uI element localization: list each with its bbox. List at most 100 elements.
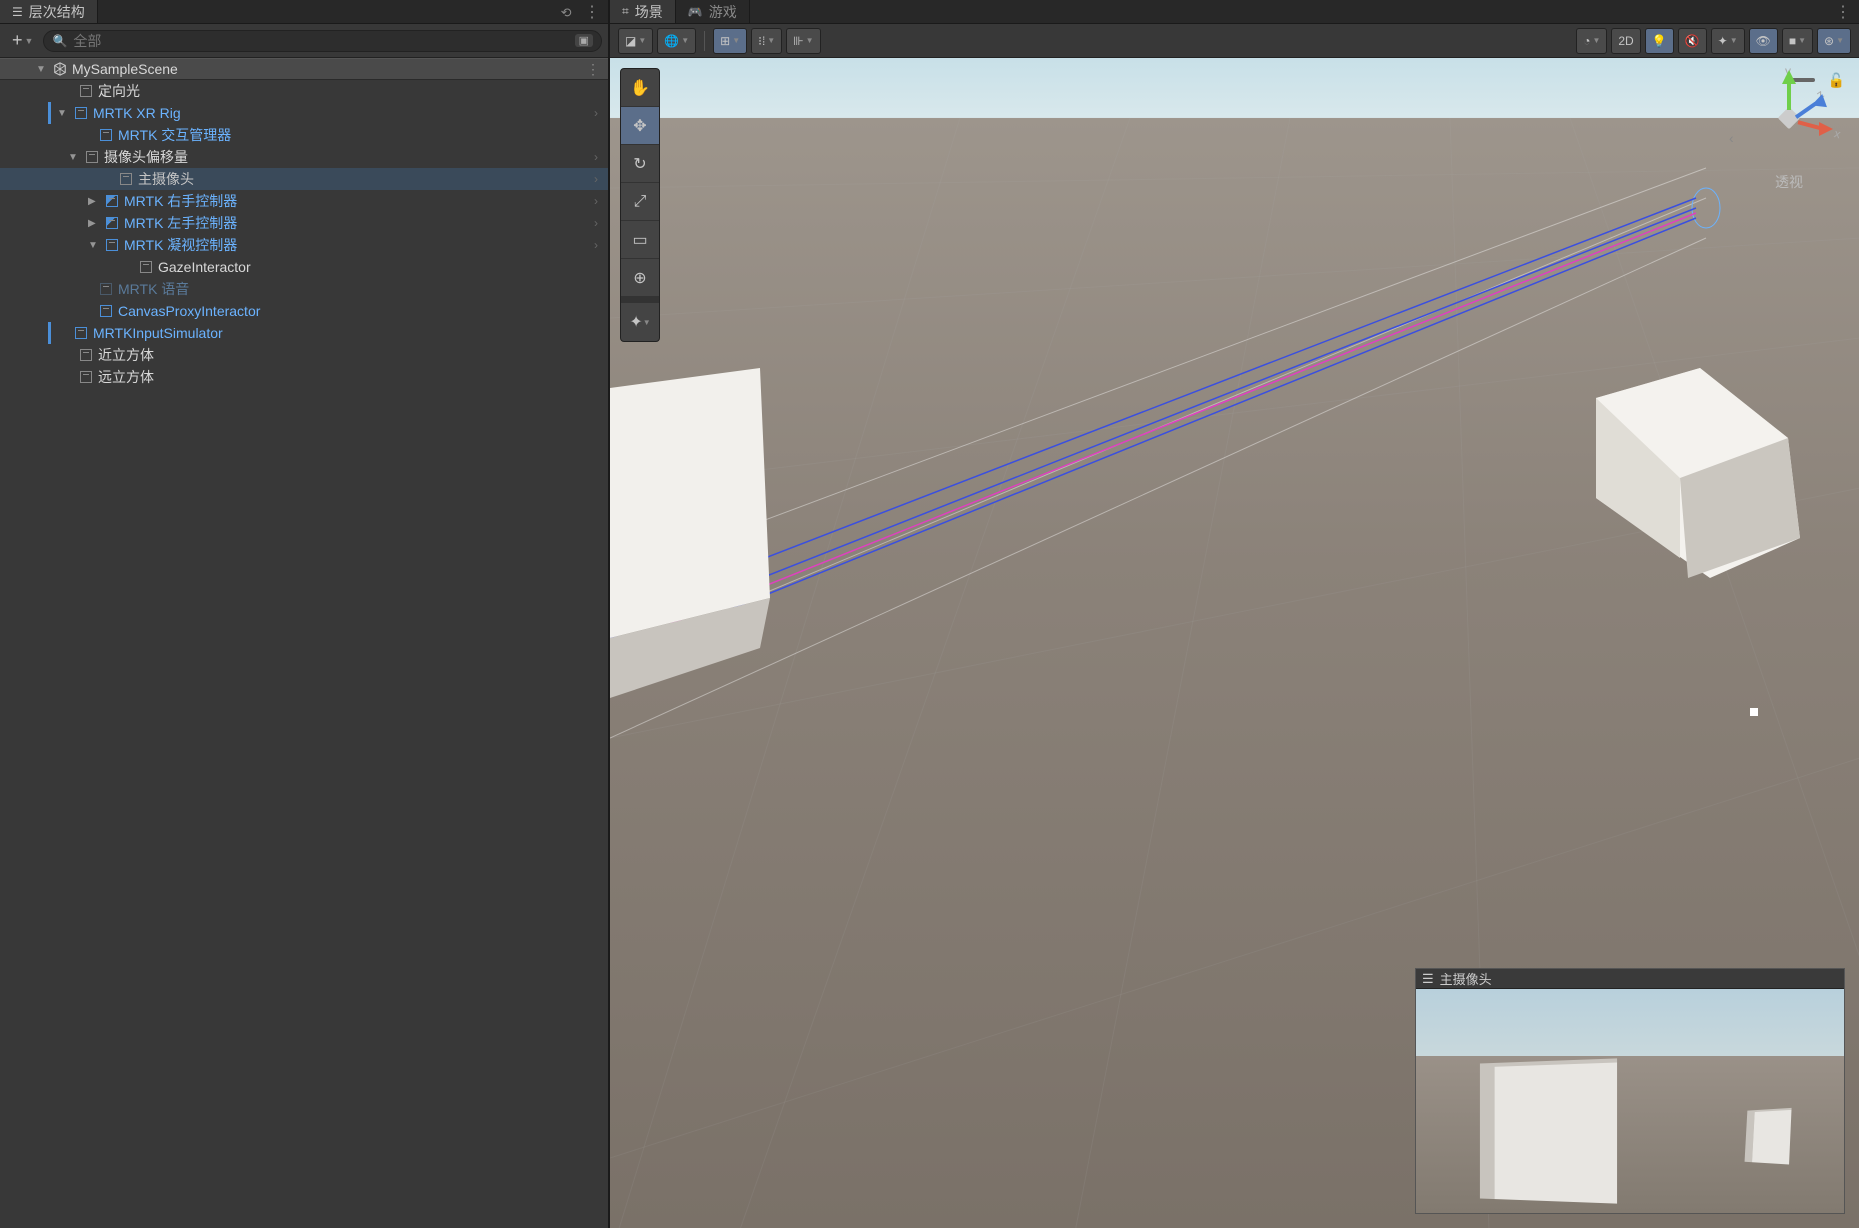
audio-button[interactable]: 🔇: [1678, 28, 1707, 54]
globe-icon: 🌐: [664, 34, 679, 48]
tree-item-main-camera[interactable]: 主摄像头 ›: [0, 168, 608, 190]
hierarchy-panel: ☰ 层次结构 ⟲ ⋮ + ▼ 🔍 ▣ ▼ MySampleScene ⋮ 定向光: [0, 0, 610, 1228]
expand-arrow-icon[interactable]: ▼: [36, 64, 48, 75]
scale-icon: ⤢: [634, 193, 647, 211]
hand-tool[interactable]: ✋: [621, 69, 659, 107]
rect-tool[interactable]: ▭: [621, 221, 659, 259]
tree-label: MRTK 交互管理器: [118, 125, 608, 145]
rotate-icon: ↻: [633, 154, 646, 174]
unity-scene-icon: [52, 61, 68, 77]
rotate-tool[interactable]: ↻: [621, 145, 659, 183]
scale-tool[interactable]: ⤢: [621, 183, 659, 221]
snap-increment-button[interactable]: ⁝⁞▼: [751, 28, 782, 54]
chevron-right-icon[interactable]: ›: [594, 150, 608, 164]
visibility-button[interactable]: 👁: [1749, 28, 1778, 54]
prefab-icon: [98, 303, 114, 319]
scene-tab-label: 场景: [635, 2, 663, 22]
prefab-icon: [98, 127, 114, 143]
lightbulb-icon: 💡: [1652, 34, 1667, 48]
expand-arrow-icon[interactable]: ▼: [88, 240, 100, 251]
tree-item-interaction-manager[interactable]: MRTK 交互管理器: [0, 124, 608, 146]
tree-item-gaze-controller[interactable]: ▼ MRTK 凝视控制器 ›: [0, 234, 608, 256]
grid-snap-button[interactable]: ⊞▼: [713, 28, 747, 54]
game-tab[interactable]: 🎮 游戏: [676, 0, 750, 23]
expand-arrow-icon[interactable]: ▶: [88, 196, 100, 207]
gameobject-icon: [78, 347, 94, 363]
render-debug-button[interactable]: ◔▼: [1576, 28, 1607, 54]
tree-label: MRTK 右手控制器: [124, 191, 590, 211]
tree-item-input-simulator[interactable]: MRTKInputSimulator: [0, 322, 608, 344]
tree-item-gaze-interactor[interactable]: GazeInteractor: [0, 256, 608, 278]
add-button[interactable]: + ▼: [6, 28, 39, 53]
tree-item-directional-light[interactable]: 定向光: [0, 80, 608, 102]
tree-item-far-cube[interactable]: 远立方体: [0, 366, 608, 388]
gameobject-icon: [138, 259, 154, 275]
tree-item-left-hand[interactable]: ▶ MRTK 左手控制器 ›: [0, 212, 608, 234]
move-tool[interactable]: ✥: [621, 107, 659, 145]
gamepad-icon: 🎮: [688, 5, 703, 19]
expand-arrow-icon[interactable]: ▼: [57, 108, 69, 119]
custom-tools[interactable]: ✦▼: [621, 303, 659, 341]
chevron-right-icon[interactable]: ›: [594, 172, 608, 186]
toggle-2d-button[interactable]: 2D: [1611, 28, 1640, 54]
drag-icon: ☰: [1422, 971, 1434, 987]
search-chip-icon[interactable]: ▣: [575, 34, 593, 47]
snap-settings-button[interactable]: ⊪▼: [786, 28, 820, 54]
hierarchy-search[interactable]: 🔍 ▣: [43, 30, 602, 52]
scene-panel-menu[interactable]: ⋮: [1827, 2, 1859, 22]
scene-panel: ⌗ 场景 🎮 游戏 ⋮ ◪▼ 🌐▼ ⊞▼ ⁝⁞▼ ⊪▼ ◔▼ 2D 💡 🔇 ✦▼…: [610, 0, 1859, 1228]
wrench-icon: ✦: [629, 312, 642, 332]
unlock-icon: ⟲: [561, 5, 572, 20]
tree-item-canvas-proxy[interactable]: CanvasProxyInteractor: [0, 300, 608, 322]
kebab-icon: ⋮: [1835, 4, 1851, 21]
hierarchy-toolbar: + ▼ 🔍 ▣: [0, 24, 608, 58]
scene-toolbar: ◪▼ 🌐▼ ⊞▼ ⁝⁞▼ ⊪▼ ◔▼ 2D 💡 🔇 ✦▼ 👁 ■▼ ⊛▼: [610, 24, 1859, 58]
chevron-right-icon[interactable]: ›: [594, 216, 608, 230]
expand-arrow-icon[interactable]: ▶: [88, 218, 100, 229]
transform-tool[interactable]: ⊕: [621, 259, 659, 297]
tree-label: MRTK 左手控制器: [124, 213, 590, 233]
tree-item-right-hand[interactable]: ▶ MRTK 右手控制器 ›: [0, 190, 608, 212]
scene-more-icon[interactable]: ⋮: [586, 61, 608, 78]
orientation-gizmo[interactable]: 🔓 ‹透视: [1729, 68, 1849, 192]
scene-viewport[interactable]: ✋ ✥ ↻ ⤢ ▭ ⊕ ✦▼ 🔓 ‹透视 ☰ 主摄像头: [610, 58, 1859, 1228]
expand-arrow-icon[interactable]: ▼: [68, 152, 80, 163]
tree-label: CanvasProxyInteractor: [118, 303, 608, 319]
camera-button[interactable]: ■▼: [1782, 28, 1813, 54]
chevron-right-icon[interactable]: ›: [594, 194, 608, 208]
hierarchy-lock[interactable]: ⟲ ⋮: [553, 2, 608, 22]
gameobject-icon: [78, 369, 94, 385]
speaker-icon: 🔇: [1685, 34, 1700, 48]
tree-item-mrtk-xr-rig[interactable]: ▼ MRTK XR Rig ›: [0, 102, 608, 124]
scene-tabs: ⌗ 场景 🎮 游戏 ⋮: [610, 0, 1859, 24]
camera-preview[interactable]: ☰ 主摄像头: [1415, 968, 1845, 1214]
scene-tab[interactable]: ⌗ 场景: [610, 0, 676, 23]
tree-item-mrtk-speech[interactable]: MRTK 语音: [0, 278, 608, 300]
move-icon: ✥: [633, 116, 646, 136]
fx-button[interactable]: ✦▼: [1711, 28, 1745, 54]
shading-icon: ◪: [625, 34, 636, 48]
draw-mode-button[interactable]: ◪▼: [618, 28, 653, 54]
hierarchy-tab-label: 层次结构: [29, 2, 85, 22]
lighting-button[interactable]: 💡: [1645, 28, 1674, 54]
tree-label: 定向光: [98, 81, 608, 101]
tree-label: GazeInteractor: [158, 259, 608, 275]
camera-preview-title: 主摄像头: [1440, 969, 1492, 988]
chevron-right-icon[interactable]: ›: [594, 106, 608, 120]
hierarchy-tab[interactable]: ☰ 层次结构: [0, 0, 98, 23]
prefab-icon: [73, 325, 89, 341]
chevron-right-icon[interactable]: ›: [594, 238, 608, 252]
search-input[interactable]: [73, 33, 568, 49]
tree-label: MRTK 凝视控制器: [124, 235, 590, 255]
plus-icon: +: [12, 30, 23, 51]
camera-preview-header[interactable]: ☰ 主摄像头: [1416, 969, 1844, 989]
chevron-left-icon: ‹: [1729, 130, 1734, 146]
gizmos-button[interactable]: ⊛▼: [1817, 28, 1851, 54]
gizmo-icon: ⊛: [1824, 34, 1834, 48]
tree-item-camera-offset[interactable]: ▼ 摄像头偏移量 ›: [0, 146, 608, 168]
global-button[interactable]: 🌐▼: [657, 28, 696, 54]
prefab-variant-icon: [104, 215, 120, 231]
ruler-icon: ⊪: [793, 34, 803, 48]
tree-item-near-cube[interactable]: 近立方体: [0, 344, 608, 366]
scene-root-row[interactable]: ▼ MySampleScene ⋮: [0, 58, 608, 80]
